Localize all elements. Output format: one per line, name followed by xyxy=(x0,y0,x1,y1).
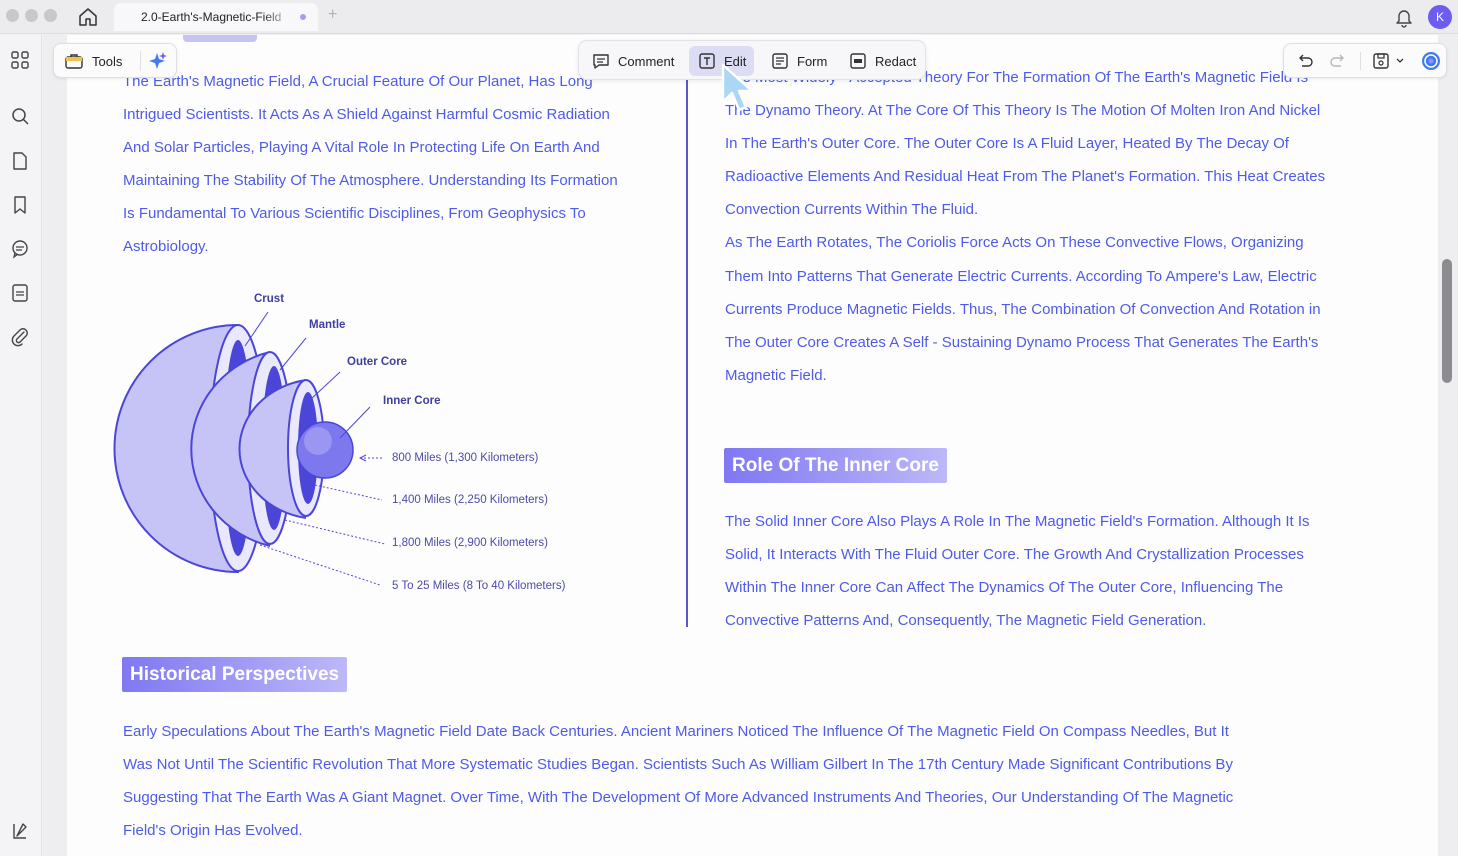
tools-button[interactable]: Tools xyxy=(64,50,122,72)
thumbnails-grid-icon[interactable] xyxy=(9,49,31,71)
text-line: The Dynamo Theory. At The Core Of This T… xyxy=(725,102,1321,120)
undo-icon[interactable] xyxy=(1293,50,1315,72)
attachment-icon[interactable] xyxy=(9,326,31,348)
edit-icon xyxy=(699,53,715,69)
comment-label: Comment xyxy=(618,53,675,69)
diagram-measurement: 5 To 25 Miles (8 To 40 Kilometers) xyxy=(392,580,566,592)
text-line: The Earth's Magnetic Field, A Crucial Fe… xyxy=(123,73,593,90)
text-line: Was Not Until The Scientific Revolution … xyxy=(123,756,1233,774)
redo-icon[interactable] xyxy=(1328,50,1350,72)
toolbox-icon xyxy=(65,54,83,69)
form-button[interactable]: Form xyxy=(762,46,835,76)
chevron-down-icon[interactable] xyxy=(1394,50,1406,72)
dynamo-paragraph: The Most Widely - Accepted Theory For Th… xyxy=(725,61,1325,392)
text-line: Them Into Patterns That Generate Electri… xyxy=(725,267,1317,285)
diagram-label-crust: Crust xyxy=(254,293,285,305)
diagram-label-inner-core: Inner Core xyxy=(383,395,441,407)
tab-title: 2.0-Earth's-Magnetic-Field xyxy=(141,10,282,24)
text-line: Intrigued Scientists. It Acts As A Shiel… xyxy=(123,106,610,124)
document-tab[interactable]: 2.0-Earth's-Magnetic-Field xyxy=(114,3,318,31)
right-toolbar xyxy=(1283,43,1447,78)
text-line: Solid, It Interacts With The Fluid Outer… xyxy=(725,546,1304,564)
window-zoom-button[interactable] xyxy=(44,9,57,22)
text-line: Suggesting That The Earth Was A Giant Ma… xyxy=(123,789,1234,807)
text-line: Field's Origin Has Evolved. xyxy=(123,822,303,840)
form-label: Form xyxy=(797,53,828,69)
tools-label: Tools xyxy=(92,53,123,69)
scrollbar-thumb[interactable] xyxy=(1442,259,1452,383)
text-line: As The Earth Rotates, The Coriolis Force… xyxy=(725,234,1304,252)
notification-bell-icon[interactable] xyxy=(1393,6,1415,28)
bookmark-icon[interactable] xyxy=(9,194,31,216)
mouse-cursor-icon xyxy=(721,63,754,112)
text-line: Early Speculations About The Earth's Mag… xyxy=(123,723,1229,740)
page-icon[interactable] xyxy=(9,150,31,172)
window-minimize-button[interactable] xyxy=(25,9,38,22)
column-divider xyxy=(686,70,688,627)
vertical-scrollbar[interactable] xyxy=(1437,78,1456,856)
history-paragraph: Early Speculations About The Earth's Mag… xyxy=(123,715,1233,847)
text-line: In The Earth's Outer Core. The Outer Cor… xyxy=(725,135,1289,153)
diagram-measurement: 1,800 Miles (2,900 Kilometers) xyxy=(392,537,548,549)
text-line: Magnetic Field. xyxy=(725,366,827,384)
save-icon[interactable] xyxy=(1370,50,1392,72)
tools-toolbar: Tools xyxy=(53,43,177,78)
diagram-label-outer-core: Outer Core xyxy=(347,356,408,368)
sidebar-toggle-icon[interactable] xyxy=(9,820,31,842)
redact-label: Redact xyxy=(875,53,917,69)
text-line: The Solid Inner Core Also Plays A Role I… xyxy=(725,513,1310,530)
inner-core-paragraph: The Solid Inner Core Also Plays A Role I… xyxy=(725,505,1310,637)
heading-remnant xyxy=(183,35,257,42)
comments-icon[interactable] xyxy=(9,238,31,260)
unsaved-indicator xyxy=(300,14,306,20)
diagram-measurement: 1,400 Miles (2,250 Kilometers) xyxy=(392,494,548,506)
ai-sparkle-icon[interactable] xyxy=(146,50,168,72)
new-tab-button[interactable]: + xyxy=(328,6,337,24)
intro-paragraph: The Earth's Magnetic Field, A Crucial Fe… xyxy=(123,65,618,264)
text-line: Is Fundamental To Various Scientific Dis… xyxy=(123,205,586,223)
redact-button[interactable]: Redact xyxy=(840,46,924,76)
document-icon[interactable] xyxy=(9,282,31,304)
redact-icon xyxy=(850,53,866,69)
window-close-button[interactable] xyxy=(6,9,19,22)
text-line: And Solar Particles, Playing A Vital Rol… xyxy=(123,139,600,157)
text-line: Currents Produce Magnetic Fields. Thus, … xyxy=(725,300,1321,318)
comment-icon xyxy=(593,54,609,69)
text-line: Astrobiology. xyxy=(123,238,209,256)
inner-core-heading: Role Of The Inner Core xyxy=(724,448,947,483)
text-line: The Outer Core Creates A Self - Sustaini… xyxy=(725,333,1319,351)
search-icon[interactable] xyxy=(9,105,31,127)
earth-layers-diagram xyxy=(113,311,386,586)
form-icon xyxy=(772,53,788,69)
text-line: Convective Patterns And, Consequently, T… xyxy=(725,612,1207,630)
text-line: Maintaining The Stability Of The Atmosph… xyxy=(123,172,618,190)
home-icon[interactable] xyxy=(77,6,99,28)
text-line: Within The Inner Core Can Affect The Dyn… xyxy=(725,579,1284,597)
title-bar: 2.0-Earth's-Magnetic-Field + K xyxy=(0,0,1458,34)
left-sidebar xyxy=(0,35,42,856)
text-line: Radioactive Elements And Residual Heat F… xyxy=(725,168,1326,186)
comment-button[interactable]: Comment xyxy=(583,46,682,76)
diagram-label-mantle: Mantle xyxy=(309,319,346,331)
text-line: Convection Currents Within The Fluid. xyxy=(725,201,979,219)
diagram-measurement: 800 Miles (1,300 Kilometers) xyxy=(392,452,539,464)
toolbar-divider xyxy=(1360,52,1361,70)
user-avatar[interactable]: K xyxy=(1428,5,1452,29)
toolbar-divider xyxy=(140,51,141,71)
ai-assistant-icon[interactable] xyxy=(1420,50,1442,72)
historical-heading: Historical Perspectives xyxy=(122,657,348,692)
